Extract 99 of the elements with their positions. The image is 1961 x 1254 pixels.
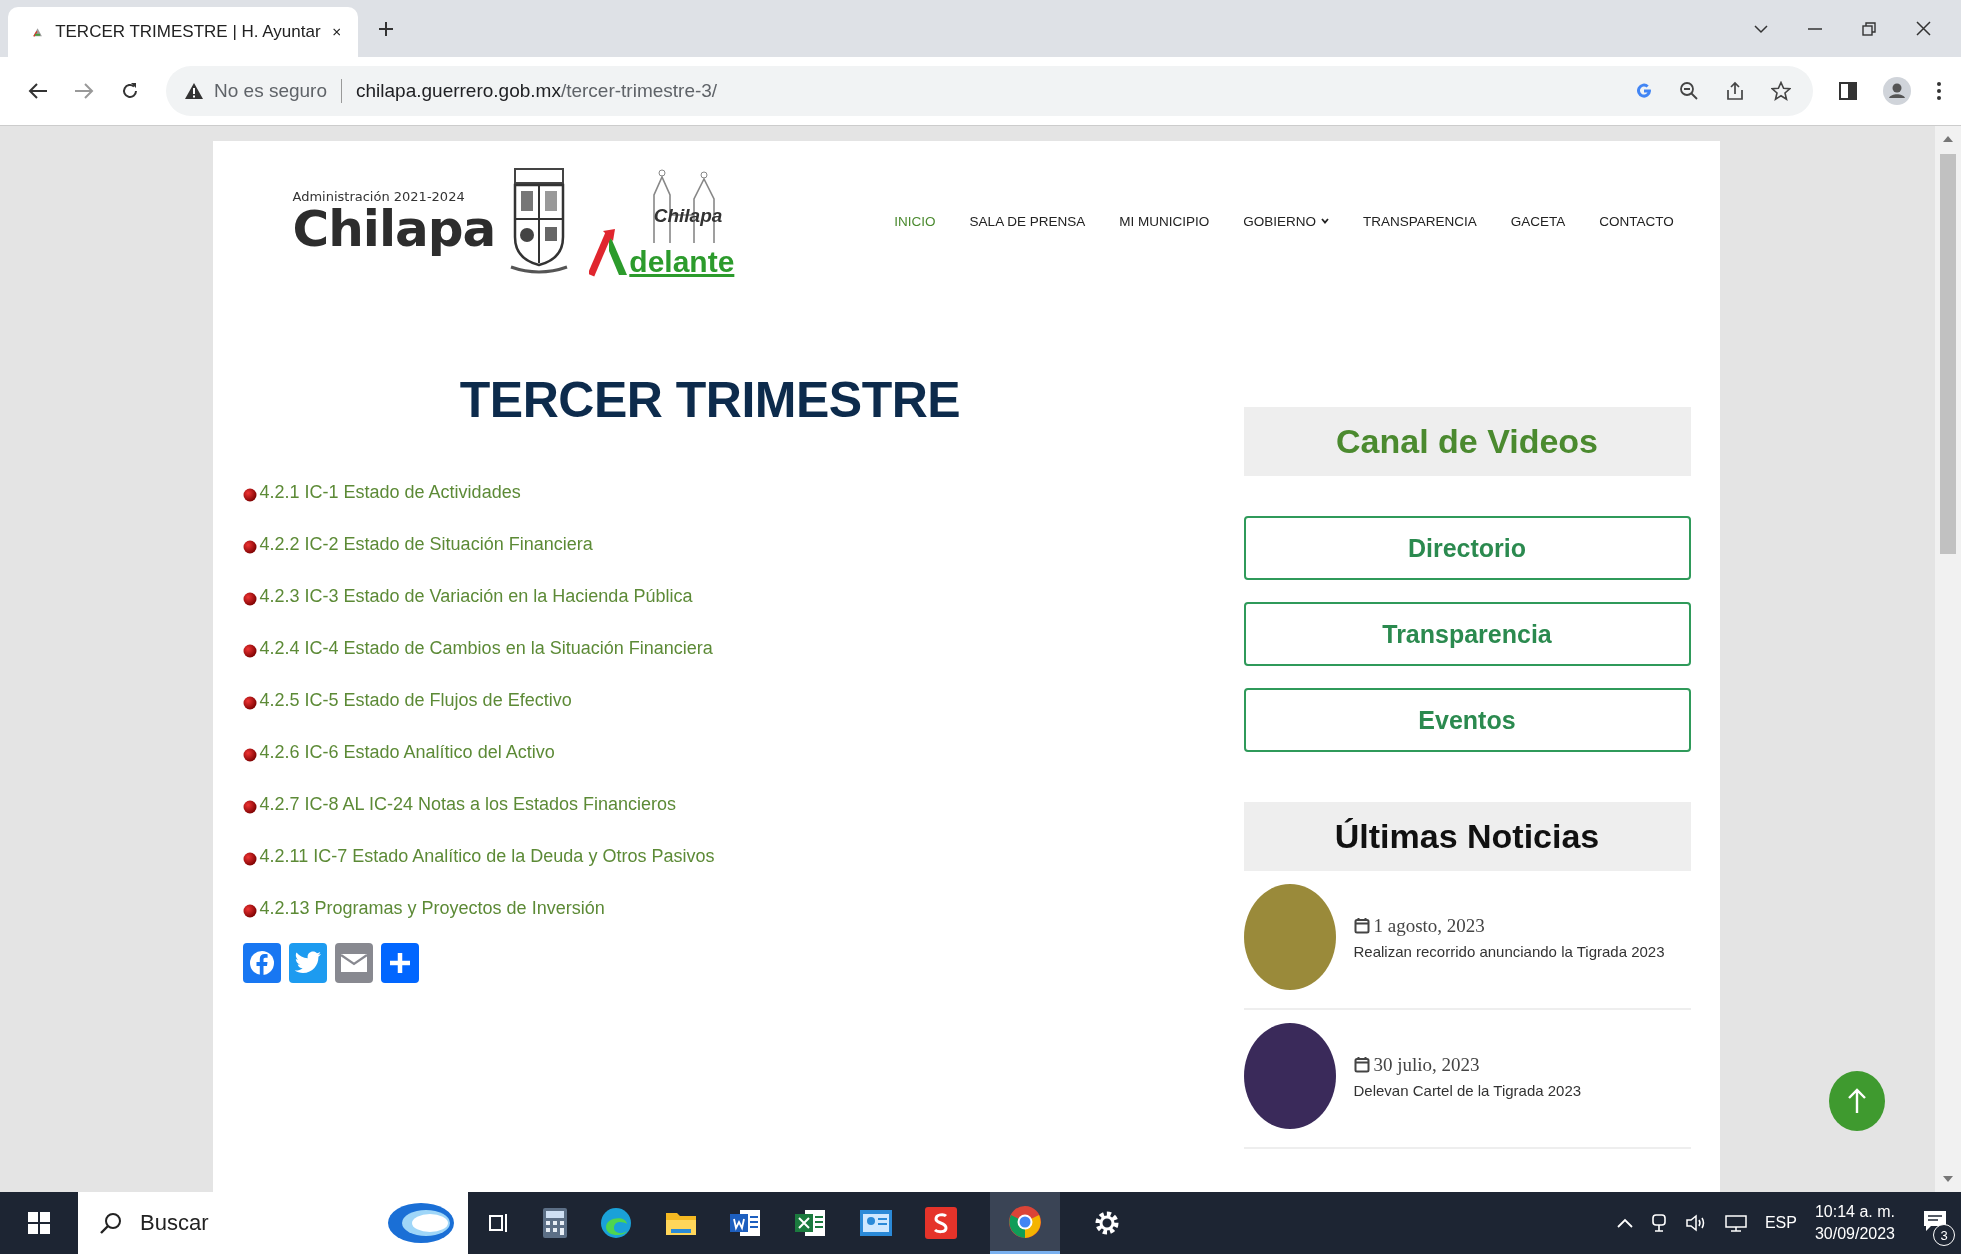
device-icon[interactable] — [1650, 1213, 1667, 1233]
settings-icon[interactable] — [1093, 1209, 1121, 1237]
sidebar-button[interactable]: Transparencia — [1243, 602, 1691, 666]
calculator-icon[interactable] — [543, 1208, 567, 1238]
forward-arrow-icon[interactable] — [74, 82, 94, 100]
slogan-word: delante — [629, 247, 735, 277]
document-link[interactable]: 4.2.3 IC-3 Estado de Variación en la Hacienda Pública — [259, 585, 693, 607]
windows-start-icon[interactable] — [28, 1212, 50, 1234]
email-share-button[interactable] — [334, 943, 373, 983]
arrow-a-icon — [589, 227, 630, 277]
back-arrow-icon[interactable] — [28, 82, 48, 100]
bird-icon — [293, 951, 322, 975]
language-indicator[interactable]: ESP — [1764, 1214, 1797, 1232]
side-panel-icon[interactable] — [1839, 82, 1857, 100]
clock-time[interactable]: 10:14 a. m. — [1814, 1203, 1895, 1221]
logo-name: Chilapa — [292, 203, 496, 254]
calendar-icon — [1353, 1056, 1370, 1073]
reload-icon[interactable] — [120, 81, 140, 101]
taskbar-search-field[interactable]: Buscar — [78, 1192, 468, 1254]
section-heading: Canal de Videos — [1243, 407, 1691, 476]
close-icon[interactable] — [1916, 21, 1931, 36]
clock-date[interactable]: 30/09/2023 — [1814, 1225, 1895, 1243]
speaker-icon[interactable] — [1684, 1214, 1707, 1232]
document-app-icon[interactable] — [730, 1208, 762, 1238]
scrollbar-thumb[interactable] — [1940, 154, 1956, 554]
envelope-icon — [339, 953, 368, 973]
menu-icon[interactable] — [1937, 82, 1941, 100]
browser-icon — [1008, 1204, 1042, 1239]
nav-link[interactable]: SALA DE PRENSA — [969, 213, 1086, 229]
twitter-share-button[interactable] — [288, 943, 327, 983]
document-link[interactable]: 4.2.7 IC-8 AL IC-24 Notas a los Estados Financieros — [259, 793, 677, 815]
chrome-taskbar-button[interactable] — [990, 1192, 1060, 1254]
bullet-icon — [242, 852, 257, 866]
new-tab-icon[interactable] — [378, 20, 394, 37]
bullet-icon — [242, 748, 257, 762]
close-icon[interactable] — [332, 26, 340, 38]
task-view-icon[interactable] — [488, 1212, 510, 1234]
up-arrow-icon — [1847, 1088, 1867, 1114]
nav-link[interactable]: GOBIERNO — [1243, 213, 1329, 229]
share-icon[interactable] — [1725, 81, 1745, 101]
document-link[interactable]: 4.2.1 IC-1 Estado de Actividades — [259, 481, 521, 503]
zoom-icon[interactable] — [1679, 81, 1699, 101]
bullet-icon — [242, 488, 257, 502]
edge-browser-icon[interactable] — [600, 1207, 632, 1239]
slogan-script: Chilapa — [653, 205, 723, 227]
bullet-icon — [242, 904, 257, 918]
address-bar[interactable]: No es seguro chilapa.guerrero.gob.mx/tercer-trimestre-3/ — [166, 66, 1813, 116]
chevron-down-icon[interactable] — [1754, 23, 1768, 34]
document-link[interactable]: 4.2.4 IC-4 Estado de Cambios en la Situación Financiera — [259, 637, 713, 659]
document-link[interactable]: 4.2.2 IC-2 Estado de Situación Financiera — [259, 533, 593, 555]
calendar-icon — [1353, 917, 1370, 934]
facebook-share-button[interactable] — [242, 943, 281, 983]
news-link[interactable]: Realizan recorrido anunciando la Tigrada 2023 — [1353, 942, 1665, 960]
bullet-icon — [242, 800, 257, 814]
page-title: TERCER TRIMESTRE — [458, 371, 962, 429]
bullet-icon — [242, 644, 257, 658]
warning-icon — [184, 82, 204, 100]
url-text: chilapa.guerrero.gob.mx/tercer-trimestre-3/ — [356, 80, 718, 102]
document-link[interactable]: 4.2.11 IC-7 Estado Analítico de la Deuda y Otros Pasivos — [259, 845, 715, 867]
document-link[interactable]: 4.2.13 Programas y Proyectos de Inversión — [259, 897, 605, 919]
news-date: 30 julio, 2023 — [1373, 1053, 1480, 1076]
spreadsheet-app-icon[interactable] — [795, 1208, 827, 1238]
network-icon[interactable] — [1724, 1214, 1747, 1232]
chevron-up-icon[interactable] — [1616, 1218, 1633, 1228]
scroll-down-icon[interactable] — [1943, 1176, 1953, 1182]
sidebar-button[interactable]: Directorio — [1243, 516, 1691, 580]
nav-link[interactable]: GACETA — [1510, 213, 1566, 229]
restore-icon[interactable] — [1862, 21, 1876, 36]
bullet-icon — [242, 592, 257, 606]
tab-title: TERCER TRIMESTRE | H. Ayuntar — [55, 22, 321, 42]
news-date: 1 agosto, 2023 — [1373, 914, 1485, 937]
nav-link[interactable]: INICIO — [894, 213, 936, 229]
document-link[interactable]: 4.2.6 IC-6 Estado Analítico del Activo — [259, 741, 555, 763]
scroll-up-icon[interactable] — [1943, 136, 1953, 142]
sidebar-button[interactable]: Eventos — [1243, 688, 1691, 752]
nav-link[interactable]: MI MUNICIPIO — [1119, 213, 1210, 229]
document-link[interactable]: 4.2.5 IC-5 Estado de Flujos de Efectivo — [259, 689, 572, 711]
facebook-icon — [247, 949, 276, 977]
news-link[interactable]: Delevan Cartel de la Tigrada 2023 — [1353, 1081, 1582, 1099]
letter-s-app-icon[interactable] — [925, 1207, 957, 1239]
section-heading: Últimas Noticias — [1243, 802, 1691, 871]
swirl-icon — [386, 1201, 456, 1245]
bullet-icon — [242, 696, 257, 710]
bullet-icon — [242, 540, 257, 554]
browser-tab[interactable]: TERCER TRIMESTRE | H. Ayuntar — [8, 7, 358, 57]
google-g-icon[interactable] — [1635, 82, 1653, 100]
notification-badge: 3 — [1933, 1224, 1955, 1246]
nav-link[interactable]: TRANSPARENCIA — [1362, 213, 1477, 229]
back-to-top-button[interactable] — [1829, 1071, 1885, 1131]
star-icon[interactable] — [1771, 81, 1791, 101]
profile-icon[interactable] — [1883, 77, 1911, 105]
minimize-icon[interactable] — [1808, 27, 1822, 30]
security-label: No es seguro — [214, 80, 327, 102]
search-icon — [100, 1212, 122, 1234]
contact-card-icon[interactable] — [860, 1210, 892, 1236]
more-share-button[interactable] — [380, 943, 419, 983]
logo-caption: Administración 2021-2024 — [292, 188, 466, 204]
plus-icon — [387, 951, 412, 975]
nav-link[interactable]: CONTACTO — [1599, 213, 1674, 229]
